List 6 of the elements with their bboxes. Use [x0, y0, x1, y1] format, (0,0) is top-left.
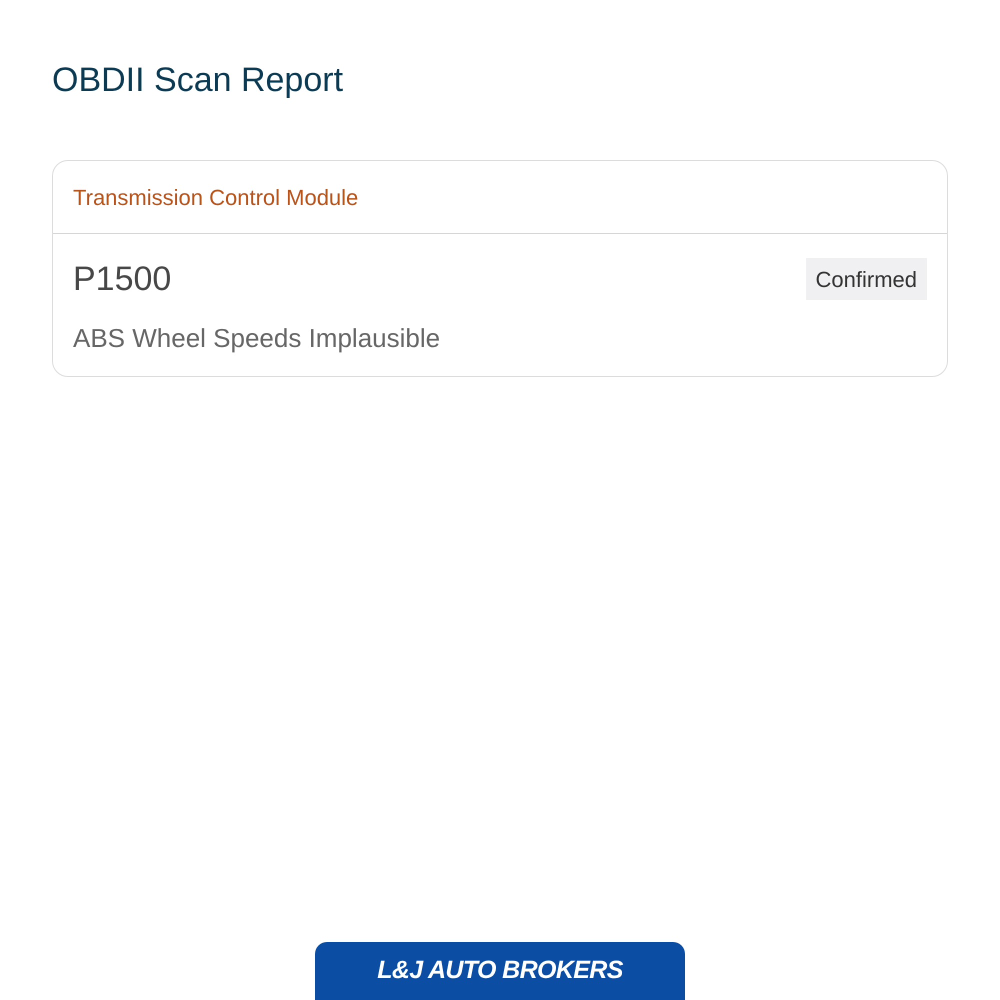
trouble-code: P1500: [73, 259, 172, 299]
module-name: Transmission Control Module: [73, 184, 358, 212]
logo-text: L&J AUTO BROKERS: [377, 955, 623, 986]
page-title: OBDII Scan Report: [52, 60, 344, 100]
code-description: ABS Wheel Speeds Implausible: [73, 322, 442, 354]
status-badge: Confirmed: [806, 258, 927, 300]
